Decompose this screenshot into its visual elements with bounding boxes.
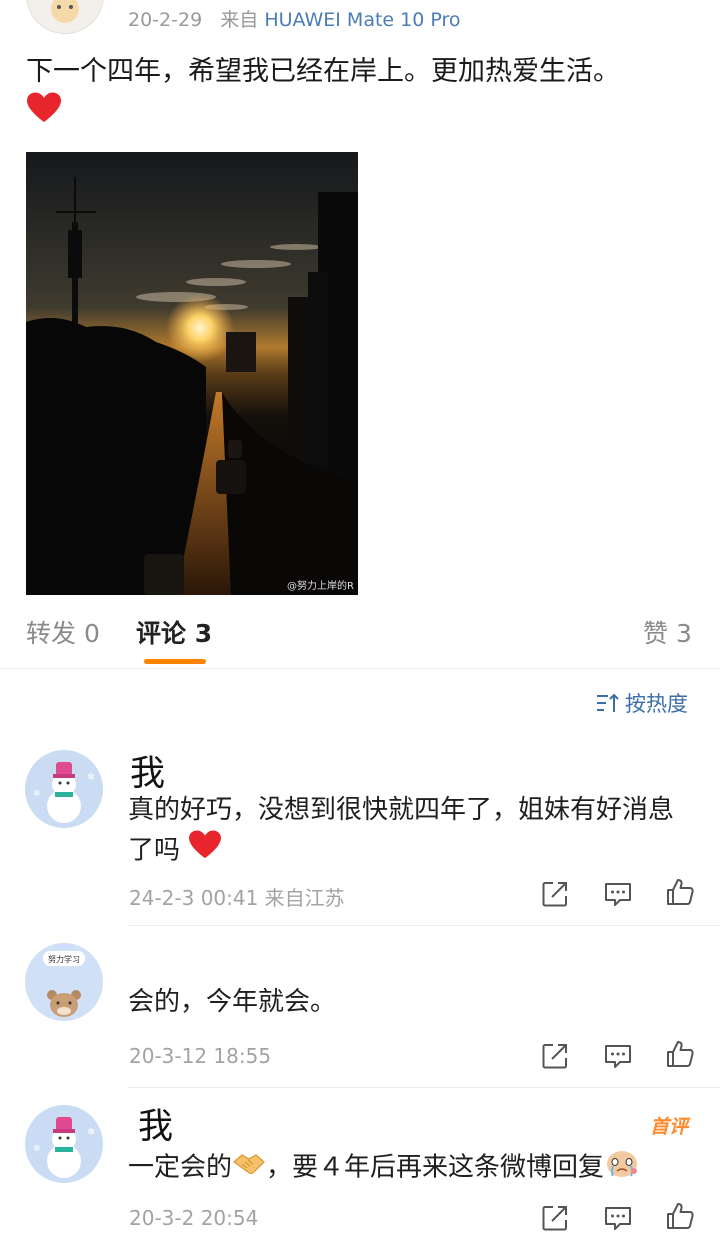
crying-face-emoji-icon <box>604 1145 640 1191</box>
comment-text: 会的，今年就会。 <box>128 987 337 1017</box>
post-device[interactable]: HUAWEI Mate 10 Pro <box>264 9 460 31</box>
snowman-avatar-icon: ❄ ❄ <box>25 1105 103 1183</box>
post-source-prefix: 来自 <box>220 9 259 31</box>
sort-label: 按热度 <box>625 692 688 716</box>
svg-text:❄: ❄ <box>33 1144 41 1154</box>
comment-meta: 20-3-2 20:54 <box>129 1206 259 1230</box>
svg-text:❄: ❄ <box>33 789 41 799</box>
post-meta: 20-2-29 来自 HUAWEI Mate 10 Pro <box>128 5 461 32</box>
comment-text-part-b: ，要４年后再来这条微博回复 <box>266 1152 605 1183</box>
like-icon[interactable] <box>665 1201 695 1231</box>
poster-avatar[interactable] <box>26 0 104 34</box>
svg-text:❄: ❄ <box>87 772 95 783</box>
comment-divider <box>128 925 720 926</box>
comment-text: 真的好巧，没想到很快就四年了，姐妹有好消息了吗 <box>128 790 698 872</box>
handshake-emoji-icon <box>232 1148 266 1188</box>
comment-meta: 24-2-3 00:41 来自江苏 <box>129 886 345 910</box>
post-text: 下一个四年，希望我已经在岸上。更加热爱生活。 <box>26 56 620 87</box>
tab-comments[interactable]: 评论 3 <box>136 614 212 650</box>
comment-divider <box>128 1087 720 1088</box>
svg-text:❄: ❄ <box>87 1127 95 1138</box>
tab-reposts[interactable]: 转发 0 <box>26 614 100 650</box>
post-date: 20-2-29 <box>128 9 203 31</box>
post-body: 下一个四年，希望我已经在岸上。更加热爱生活。 <box>26 52 696 136</box>
reply-icon[interactable] <box>603 1203 633 1233</box>
sort-icon <box>597 693 619 712</box>
comment-author[interactable]: 我 <box>138 1098 173 1149</box>
sunset-street-photo <box>26 152 358 595</box>
avatar[interactable]: ❄ ❄ <box>25 750 103 828</box>
heart-emoji-icon <box>188 830 222 872</box>
first-comment-badge: 首评 <box>650 1116 689 1138</box>
comment-text: 一定会的 ，要４年后再来这条微博回复 <box>128 1145 698 1191</box>
tab-likes[interactable]: 赞 3 <box>643 614 692 650</box>
avatar[interactable]: ❄ ❄ <box>25 1105 103 1183</box>
share-icon[interactable] <box>540 879 570 909</box>
active-tab-indicator <box>144 659 206 664</box>
comment-author[interactable]: 我 <box>130 745 165 796</box>
like-icon[interactable] <box>665 877 695 907</box>
avatar-caption: 努力学习 <box>48 954 80 964</box>
reply-icon[interactable] <box>603 1041 633 1071</box>
comment-meta: 20-3-12 18:55 <box>129 1044 272 1068</box>
photo-watermark: @努力上岸的R <box>287 581 354 592</box>
tabs-divider <box>0 668 720 669</box>
avatar[interactable]: 努力学习 <box>25 943 103 1021</box>
like-icon[interactable] <box>665 1039 695 1069</box>
bear-avatar-icon: 努力学习 <box>25 943 103 1021</box>
snowman-avatar-icon: ❄ ❄ <box>25 750 103 828</box>
share-icon[interactable] <box>540 1041 570 1071</box>
post-photo[interactable]: @努力上岸的R <box>26 152 358 595</box>
comment-text-part-a: 一定会的 <box>128 1152 233 1183</box>
sort-by-hot-button[interactable]: 按热度 <box>596 688 688 718</box>
share-icon[interactable] <box>540 1203 570 1233</box>
heart-emoji-icon <box>26 92 62 136</box>
reply-icon[interactable] <box>603 879 633 909</box>
